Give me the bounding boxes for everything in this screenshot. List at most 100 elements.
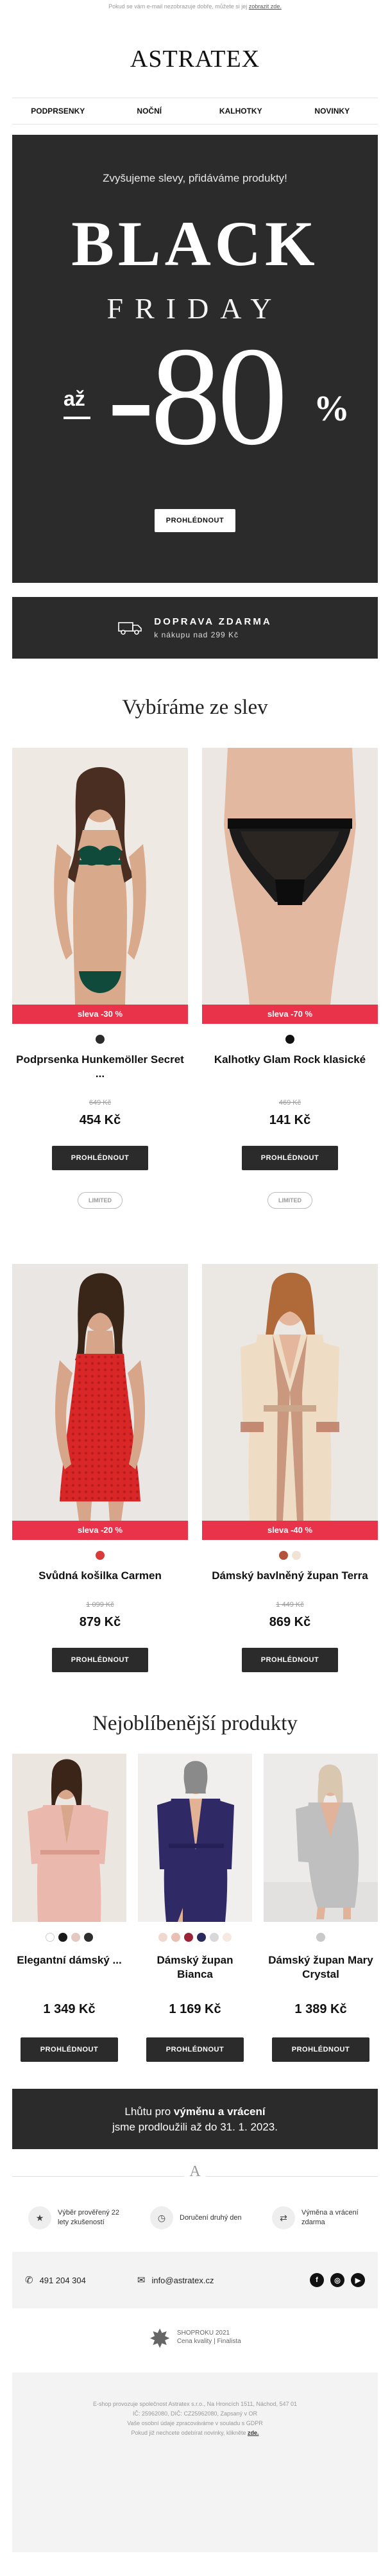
product-image[interactable] [12,1264,188,1521]
color-swatch[interactable] [96,1035,105,1044]
product-card[interactable]: Dámský župan Bianca 1 169 Kč PROHLÉDNOUT [138,1754,252,2062]
product-image[interactable] [12,1754,126,1922]
product-image[interactable] [202,1264,378,1521]
shipping-subtitle: k nákupu nad 299 Kč [154,630,239,639]
color-swatch[interactable] [316,1933,325,1942]
discount-badge: sleva -70 % [202,1005,378,1024]
view-product-button[interactable]: PROHLÉDNOUT [146,2037,244,2062]
extension-line-2: jsme prodloužili až do 31. 1. 2023. [112,2121,278,2133]
extension-line-1: Lhůtu pro výměnu a vrácení [124,2105,266,2118]
color-swatch[interactable] [171,1933,180,1942]
mail-icon: ✉ [137,2275,146,2286]
product-price: 1 389 Kč [294,2002,347,2016]
product-name[interactable]: Svůdná košilka Carmen [12,1569,188,1600]
nav-item-novinky[interactable]: NOVINKY [287,107,378,116]
view-product-button[interactable]: PROHLÉDNOUT [242,1146,338,1170]
footer-registration: IČ: 25962080, DIČ: CZ25962080, Zapsaný v… [132,2410,258,2417]
hero-tagline: Zvyšujeme slevy, přidáváme produkty! [103,172,287,184]
view-product-button[interactable]: PROHLÉDNOUT [21,2037,118,2062]
color-swatches [264,1933,378,1942]
product-image[interactable] [202,748,378,1005]
hero-cta-button[interactable]: PROHLÉDNOUT [154,509,236,532]
usp-row: ★ Výběr prověřený 22 lety zkušeností ◷ D… [12,2189,378,2247]
color-swatch[interactable] [223,1933,232,1942]
preheader-text: Pokud se vám e-mail nezobrazuje dobře, m… [108,3,248,10]
popular-products-row: Elegantní dámský ... 1 349 Kč PROHLÉDNOU… [12,1754,378,2062]
product-name[interactable]: Dámský bavlněný župan Terra [202,1569,378,1600]
product-price: 454 Kč [79,1113,121,1127]
view-product-button[interactable]: PROHLÉDNOUT [272,2037,369,2062]
color-swatch[interactable] [292,1551,301,1560]
color-swatch[interactable] [285,1035,294,1044]
product-price: 1 169 Kč [169,2002,221,2016]
nav-item-podprsenky[interactable]: PODPRSENKY [12,107,104,116]
product-card[interactable]: Dámský župan Mary Crystal 1 389 Kč PROHL… [264,1754,378,2062]
view-product-button[interactable]: PROHLÉDNOUT [52,1146,148,1170]
product-card[interactable]: sleva -40 % Dámský bavlněný župan Terra … [202,1264,378,1672]
sale-products-row-2: sleva -20 % Svůdná košilka Carmen 1 099 … [12,1264,378,1672]
old-price: 469 Kč [278,1099,301,1107]
product-name[interactable]: Dámský župan Mary Crystal [264,1953,378,1985]
facebook-icon[interactable]: f [310,2273,324,2287]
color-swatch[interactable] [158,1933,167,1942]
hero-discount: až -80 % [12,325,378,480]
unsubscribe-link[interactable]: zde. [248,2430,259,2436]
color-swatches [202,1035,378,1044]
usp-item: ★ Výběr prověřený 22 lety zkušeností [15,2206,131,2229]
color-swatch[interactable] [71,1933,80,1942]
color-swatch[interactable] [58,1933,67,1942]
award-star-icon: ✸ [149,2325,171,2353]
view-product-button[interactable]: PROHLÉDNOUT [52,1648,148,1672]
product-price: 1 349 Kč [43,2002,96,2016]
phone-number[interactable]: 491 204 304 [40,2276,86,2285]
hero-banner[interactable]: Zvyšujeme slevy, přidáváme produkty! BLA… [12,135,378,583]
nav-item-nocni[interactable]: NOČNÍ [104,107,196,116]
product-image[interactable] [138,1754,252,1922]
product-name[interactable]: Kalhotky Glam Rock klasické [202,1053,378,1084]
sale-section-title: Vybíráme ze slev [122,696,268,719]
product-image[interactable] [264,1754,378,1922]
color-swatch[interactable] [210,1933,219,1942]
color-swatches [202,1551,378,1560]
color-swatch[interactable] [279,1551,288,1560]
product-image[interactable] [12,748,188,1005]
star-badge-icon: ★ [28,2206,51,2229]
view-online-link[interactable]: zobrazit zde. [249,3,282,10]
nav-item-kalhotky[interactable]: KALHOTKY [195,107,287,116]
color-swatch[interactable] [84,1933,93,1942]
color-swatch[interactable] [197,1933,206,1942]
popular-section-title: Nejoblíbenější produkty [92,1712,298,1735]
product-name[interactable]: Dámský župan Bianca [138,1953,252,1985]
color-swatch[interactable] [46,1933,55,1942]
product-card[interactable]: sleva -70 % Kalhotky Glam Rock klasické … [202,748,378,1209]
usp-text: Doručení druhý den [180,2213,242,2222]
old-price: 1 449 Kč [276,1601,304,1609]
product-name[interactable]: Elegantní dámský ... [12,1953,126,1985]
main-nav: PODPRSENKY NOČNÍ KALHOTKY NOVINKY [12,98,378,125]
hero-prefix-underline [64,417,90,419]
award-title: SHOPROKU 2021 [176,2330,230,2337]
award-badge[interactable]: ✸ SHOPROKU 2021 Cena kvality | Finalista [12,2308,378,2373]
phone-icon: ✆ [25,2275,33,2286]
color-swatches [12,1933,126,1942]
brand-logo[interactable]: ASTRATEX [12,14,378,98]
color-swatch[interactable] [184,1933,193,1942]
discount-badge: sleva -20 % [12,1521,188,1540]
product-name[interactable]: Podprsenka Hunkemöller Secret ... [12,1053,188,1084]
discount-badge: sleva -40 % [202,1521,378,1540]
youtube-icon[interactable]: ▶ [351,2273,365,2287]
product-card[interactable]: sleva -20 % Svůdná košilka Carmen 1 099 … [12,1264,188,1672]
email-page: Pokud se vám e-mail nezobrazuje dobře, m… [0,0,390,2576]
clock-icon: ◷ [150,2206,173,2229]
color-swatch[interactable] [96,1551,105,1560]
usp-text: Výběr prověřený 22 lety zkušeností [58,2209,119,2226]
email-address[interactable]: info@astratex.cz [151,2276,214,2285]
product-price: 879 Kč [79,1615,121,1629]
view-product-button[interactable]: PROHLÉDNOUT [242,1648,338,1672]
product-card[interactable]: Elegantní dámský ... 1 349 Kč PROHLÉDNOU… [12,1754,126,2062]
footer: E-shop provozuje společnost Astratex s.r… [12,2373,378,2552]
instagram-icon[interactable]: ◎ [330,2273,344,2287]
limited-tag: LIMITED [267,1192,312,1209]
product-card[interactable]: sleva -30 % Podprsenka Hunkemöller Secre… [12,748,188,1209]
footer-company-info: E-shop provozuje společnost Astratex s.r… [92,2401,297,2407]
